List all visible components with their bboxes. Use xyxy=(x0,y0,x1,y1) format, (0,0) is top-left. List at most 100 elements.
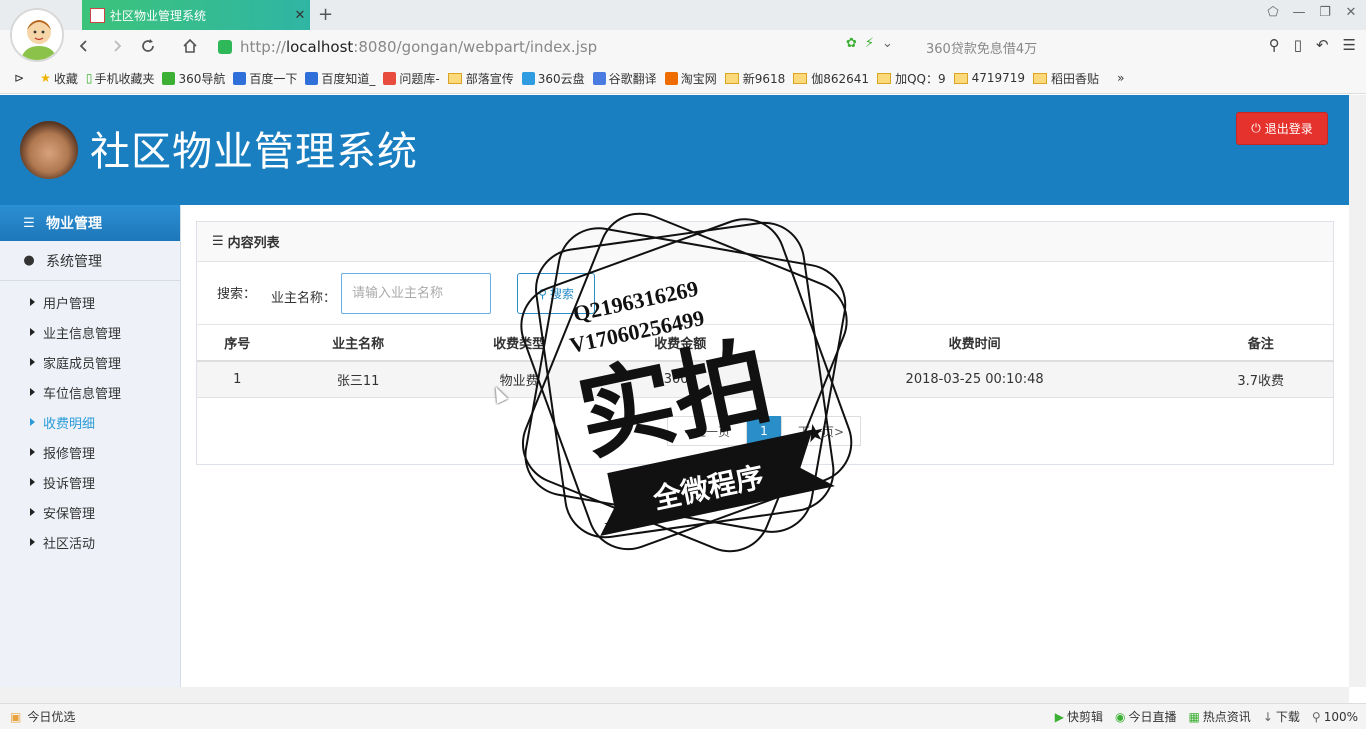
bookmark-item[interactable]: 百度一下 xyxy=(233,70,297,87)
forward-icon[interactable] xyxy=(105,34,129,58)
sidebar-item[interactable]: 用户管理 xyxy=(0,287,180,317)
gift-icon: ▣ xyxy=(10,709,22,724)
bookmark-item[interactable]: 4719719 xyxy=(953,71,1025,85)
speed-mode-icon[interactable]: ✿ xyxy=(846,36,857,51)
horizontal-scrollbar[interactable] xyxy=(0,687,1349,703)
status-item-label: 热点资讯 xyxy=(1202,710,1251,724)
bookmark-item[interactable]: 伽862641 xyxy=(793,70,869,87)
sidebar-item-label: 家庭成员管理 xyxy=(43,356,122,372)
bookmark-label: 360云盘 xyxy=(537,71,585,86)
status-item[interactable]: ⚲ 100% xyxy=(1312,710,1358,724)
status-left[interactable]: ▣ 今日优选 xyxy=(10,708,75,725)
bookmark-item[interactable]: 加QQ：9 xyxy=(877,70,946,87)
sidebar-item-label: 收费明细 xyxy=(43,416,96,432)
bookmark-item[interactable]: 问题库- xyxy=(383,70,440,87)
sidebar-item[interactable]: 社区活动 xyxy=(0,527,180,557)
search-box-hint[interactable]: 360贷款免息借4万 xyxy=(926,38,1037,57)
caret-right-icon xyxy=(30,328,35,336)
bookmarks-bar: ⊳ ★ 收藏 ▯ 手机收藏夹 360导航 百度一下 百度知道_ 问题库- 部落宣传 360云盘 谷歌… xyxy=(0,63,1366,94)
status-item[interactable]: ◉ 今日直播 xyxy=(1115,708,1177,725)
caret-right-icon xyxy=(30,388,35,396)
search-icon[interactable]: ⚲ xyxy=(1269,36,1280,54)
sidebar-item[interactable]: 安保管理 xyxy=(0,497,180,527)
table-body: 1 张三11 物业费 3000 2018-03-25 00:10:48 3.7收费 xyxy=(197,361,1333,398)
bookmark-label: 手机收藏夹 xyxy=(94,71,155,86)
bookmark-item[interactable]: ★ 收藏 xyxy=(40,70,78,87)
sidebar-item[interactable]: 车位信息管理 xyxy=(0,377,180,407)
site-icon xyxy=(664,71,678,85)
sidebar-head-system[interactable]: ● 系统管理 xyxy=(0,241,180,281)
folder-icon xyxy=(1033,72,1048,84)
user-avatar[interactable] xyxy=(10,8,64,62)
column-header: 备注 xyxy=(1188,325,1333,362)
sidebar-item[interactable]: 业主信息管理 xyxy=(0,317,180,347)
bookmark-item[interactable]: 谷歌翻译 xyxy=(592,70,657,87)
back-icon[interactable] xyxy=(72,34,96,58)
url-field[interactable]: http://localhost:8080/gongan/webpart/ind… xyxy=(218,34,882,59)
bookmark-item[interactable]: 稻田香贴 xyxy=(1033,70,1099,87)
toolbar-right: ⚲ ▯ ↶ ☰ xyxy=(1269,36,1356,54)
clip-icon: ▶ xyxy=(1054,710,1064,724)
sidebar-head-property[interactable]: ☰ 物业管理 xyxy=(0,205,180,241)
tab-title: 社区物业管理系统 xyxy=(110,8,207,23)
search-button[interactable]: ⚲ 搜索 xyxy=(517,273,595,314)
bookmark-item[interactable]: 百度知道_ xyxy=(305,70,375,87)
star-icon: ★ xyxy=(40,71,51,85)
zoom-icon: ⚲ xyxy=(1311,709,1321,724)
table-row[interactable]: 1 张三11 物业费 3000 2018-03-25 00:10:48 3.7收费 xyxy=(197,361,1333,398)
prev-page-button[interactable]: <上一页 xyxy=(667,416,747,446)
user-icon: ● xyxy=(23,253,35,268)
folder-icon xyxy=(877,72,892,84)
bookmark-item[interactable]: 部落宣传 xyxy=(447,70,514,87)
site-icon xyxy=(305,71,319,85)
status-item[interactable]: ↓ 下载 xyxy=(1263,708,1300,725)
bookmark-item[interactable]: 360导航 xyxy=(162,70,225,87)
owner-name-input[interactable] xyxy=(341,273,491,314)
menu-icon[interactable]: ☰ xyxy=(1343,36,1356,54)
sidebar-toggle-icon[interactable]: ⊳ xyxy=(14,71,24,85)
bookmark-label: 谷歌翻译 xyxy=(608,71,657,86)
page-favicon-icon xyxy=(90,7,105,23)
tab-close-icon[interactable]: ✕ xyxy=(290,8,310,23)
status-item[interactable]: ▦ 热点资讯 xyxy=(1188,708,1250,725)
power-icon: ⏻ xyxy=(1251,121,1261,135)
bookmark-item[interactable]: 360云盘 xyxy=(521,70,585,87)
sidebar-item[interactable]: 报修管理 xyxy=(0,437,180,467)
bookmark-item[interactable]: ▯ 手机收藏夹 xyxy=(86,70,155,87)
chevron-down-icon[interactable]: ⌄ xyxy=(882,36,893,51)
site-icon xyxy=(162,71,176,85)
bookmark-label: 伽862641 xyxy=(811,71,870,86)
sidebar-item[interactable]: 收费明细 xyxy=(0,407,180,437)
new-tab-button[interactable]: + xyxy=(318,4,333,25)
restore-icon[interactable]: ❐ xyxy=(1316,5,1334,20)
search-icon: ⚲ xyxy=(538,286,547,301)
bookmarks-more-button[interactable]: » xyxy=(1117,71,1124,85)
undo-icon[interactable]: ↶ xyxy=(1316,36,1329,54)
vertical-scrollbar[interactable] xyxy=(1349,95,1366,687)
search-button-label: 搜索 xyxy=(549,287,574,301)
mobile-icon[interactable]: ▯ xyxy=(1294,36,1302,54)
close-window-icon[interactable]: ✕ xyxy=(1342,5,1360,20)
lightning-icon[interactable]: ⚡ xyxy=(865,36,874,51)
logout-button[interactable]: ⏻ 退出登录 xyxy=(1236,112,1328,145)
bookmark-label: 淘宝网 xyxy=(680,71,717,86)
reload-icon[interactable] xyxy=(136,34,160,58)
sidebar-item-label: 安保管理 xyxy=(43,506,96,522)
status-item[interactable]: ▶ 快剪辑 xyxy=(1055,708,1103,725)
browser-tab[interactable]: 社区物业管理系统 ✕ xyxy=(82,0,310,30)
logout-label: 退出登录 xyxy=(1264,122,1313,136)
minimize-icon[interactable]: — xyxy=(1290,5,1308,20)
skin-icon[interactable]: ⬠ xyxy=(1264,5,1282,20)
home-icon[interactable] xyxy=(178,34,202,58)
pagination: <上一页 1 下一页> xyxy=(667,416,861,446)
bookmark-label: 收藏 xyxy=(53,71,78,86)
sidebar-item[interactable]: 家庭成员管理 xyxy=(0,347,180,377)
sidebar-head-system-label: 系统管理 xyxy=(46,253,102,270)
bookmark-item[interactable]: 淘宝网 xyxy=(664,70,717,87)
bookmark-item[interactable]: 新9618 xyxy=(724,70,785,87)
sidebar-item[interactable]: 投诉管理 xyxy=(0,467,180,497)
status-right: ▶ 快剪辑 ◉ 今日直播 ▦ 热点资讯 ↓ 下载 ⚲ 100% xyxy=(1055,708,1358,725)
site-title: 社区物业管理系统 xyxy=(90,129,418,175)
next-page-button[interactable]: 下一页> xyxy=(781,416,861,446)
page-1-button[interactable]: 1 xyxy=(747,416,781,446)
